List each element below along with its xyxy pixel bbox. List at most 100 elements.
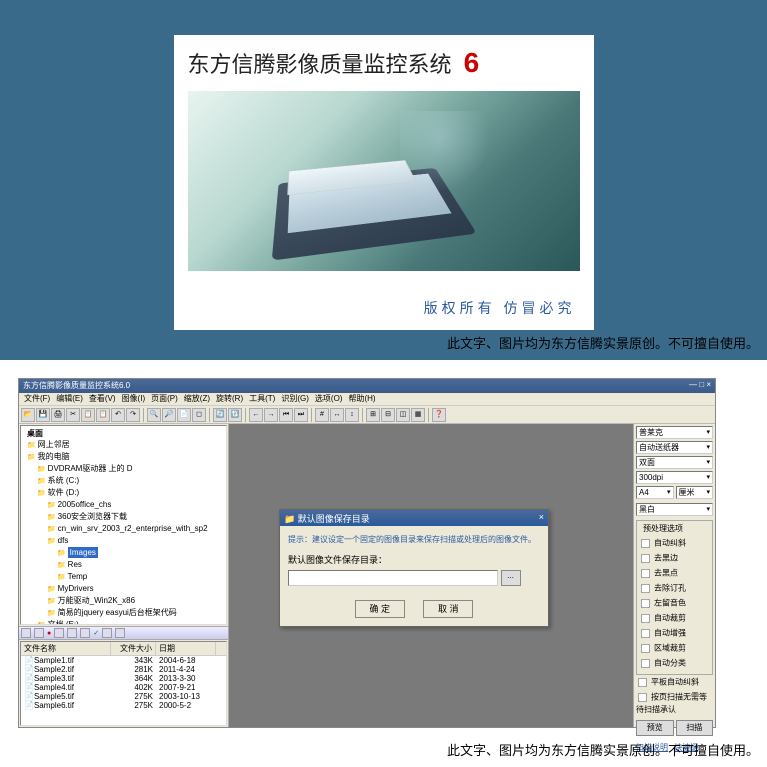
toolbar-icon[interactable]: ↷ (126, 408, 140, 422)
toolbar-icon[interactable]: ◻ (192, 408, 206, 422)
preprocess-check[interactable]: 去黑点 (639, 566, 710, 581)
del-icon[interactable] (102, 628, 112, 638)
file-row[interactable]: 📄Sample3.tif364K2013-3-30 (21, 674, 226, 683)
menu-item[interactable]: 旋转(R) (216, 394, 243, 403)
tree-node[interactable]: 简易的jquery easyui后台框架代码 (23, 607, 224, 619)
toolbar-icon[interactable]: ↕ (345, 408, 359, 422)
color-combo[interactable]: 黑白 (636, 503, 713, 516)
menubar[interactable]: 文件(F) 编辑(E) 查看(V) 图像(I) 页面(P) 缩放(Z) 旋转(R) 工具(T)… (19, 393, 715, 406)
tree-node[interactable]: Res (23, 559, 224, 571)
dialog-close[interactable]: × (539, 512, 544, 524)
file-row[interactable]: 📄Sample2.tif281K2011-4-24 (21, 665, 226, 674)
view2-icon[interactable] (67, 628, 77, 638)
toolbar-icon[interactable]: ⏮ (279, 408, 293, 422)
view-icon[interactable] (54, 628, 64, 638)
toolbar-icon[interactable]: ❓ (432, 408, 446, 422)
menu-item[interactable]: 页面(P) (151, 394, 178, 403)
ok-button[interactable]: 确 定 (355, 600, 405, 618)
feeder-combo[interactable]: 自动送纸器 (636, 441, 713, 454)
toolbar-icon[interactable]: 📋 (81, 408, 95, 422)
hand-graphic (400, 111, 500, 201)
tree-node[interactable]: Temp (23, 571, 224, 583)
toolbar-icon[interactable]: 📋 (96, 408, 110, 422)
toolbar[interactable]: 📂💾🖨✂📋📋↶↷🔍🔎📄◻🔄🔃←→⏮⏭#↔↕⊞⊟◫▦❓ (19, 406, 715, 424)
menu-item[interactable]: 图像(I) (122, 394, 146, 403)
toolbar-icon[interactable]: ▦ (411, 408, 425, 422)
toolbar-icon[interactable]: 📄 (177, 408, 191, 422)
tree-node[interactable]: 360安全浏览器下载 (23, 511, 224, 523)
titlebar: 东方信腾影像质量监控系统6.0 — □ × (19, 379, 715, 393)
toolbar-icon[interactable]: ⊞ (366, 408, 380, 422)
menu-item[interactable]: 文件(F) (24, 394, 50, 403)
menu-item[interactable]: 缩放(Z) (184, 394, 210, 403)
menu-item[interactable]: 选项(O) (315, 394, 343, 403)
tree-node[interactable]: MyDrivers (23, 583, 224, 595)
unit-combo[interactable]: 厘米 (676, 486, 714, 499)
tree-node[interactable]: 万能驱动_Win2K_x86 (23, 595, 224, 607)
duplex-combo[interactable]: 双面 (636, 456, 713, 469)
dir-input[interactable] (288, 570, 498, 586)
browse-button[interactable]: ... (501, 570, 521, 586)
preprocess-check[interactable]: 自动纠斜 (639, 536, 710, 551)
menu-item[interactable]: 编辑(E) (56, 394, 83, 403)
toolbar-icon[interactable]: 🔎 (162, 408, 176, 422)
toolbar-icon[interactable]: ↔ (330, 408, 344, 422)
cancel-button[interactable]: 取 消 (423, 600, 473, 618)
copy-icon[interactable] (115, 628, 125, 638)
window-controls[interactable]: — □ × (689, 380, 711, 392)
toolbar-icon[interactable]: → (264, 408, 278, 422)
dialog-titlebar: 📁 默认图像保存目录 × (280, 510, 548, 526)
preprocess-check[interactable]: 左留音色 (639, 596, 710, 611)
sort-icon[interactable] (80, 628, 90, 638)
file-row[interactable]: 📄Sample4.tif402K2007-9-21 (21, 683, 226, 692)
toolbar-icon[interactable]: ⏭ (294, 408, 308, 422)
preprocess-check[interactable]: 自动增强 (639, 626, 710, 641)
preprocess-check[interactable]: 自动裁剪 (639, 611, 710, 626)
preview-button[interactable]: 预览 (636, 720, 674, 736)
toolbar-icon[interactable]: ◫ (396, 408, 410, 422)
refresh-icon[interactable] (21, 628, 31, 638)
toolbar-icon[interactable]: 🔍 (147, 408, 161, 422)
menu-item[interactable]: 查看(V) (89, 394, 116, 403)
preprocess-check[interactable]: 去黑边 (639, 551, 710, 566)
flatbed-deskew-check[interactable]: 平板自动纠斜 (636, 675, 713, 690)
toolbar-icon[interactable]: 🔄 (213, 408, 227, 422)
tree-toolbar[interactable]: ● ✓ (19, 626, 228, 640)
tree-node[interactable]: 我的电脑 (23, 451, 224, 463)
folder-tree[interactable]: 桌面网上邻居我的电脑DVDRAM驱动器 上的 D系统 (C:)软件 (D:)20… (20, 425, 227, 625)
up-icon[interactable] (34, 628, 44, 638)
dpi-combo[interactable]: 300dpi (636, 471, 713, 484)
menu-item[interactable]: 工具(T) (249, 394, 275, 403)
paper-combo[interactable]: A4 (636, 486, 674, 499)
preprocess-check[interactable]: 自动分类 (639, 656, 710, 671)
tree-node[interactable]: 文档 (E:) (23, 619, 224, 625)
tree-node[interactable]: 软件 (D:) (23, 487, 224, 499)
file-row[interactable]: 📄Sample1.tif343K2004-6-18 (21, 656, 226, 665)
noconfirm-check[interactable]: 按页扫描无需等待扫描承认 (636, 690, 713, 716)
scanner-combo[interactable]: 普莱克 (636, 426, 713, 439)
toolbar-icon[interactable]: ✂ (66, 408, 80, 422)
preprocess-check[interactable]: 去除订孔 (639, 581, 710, 596)
tree-node[interactable]: 2005office_chs (23, 499, 224, 511)
tree-node[interactable]: DVDRAM驱动器 上的 D (23, 463, 224, 475)
tree-node[interactable]: 网上邻居 (23, 439, 224, 451)
toolbar-icon[interactable]: ↶ (111, 408, 125, 422)
file-row[interactable]: 📄Sample6.tif275K2000-5-2 (21, 701, 226, 710)
scan-button[interactable]: 扫描 (676, 720, 714, 736)
menu-item[interactable]: 帮助(H) (348, 394, 375, 403)
preprocess-check[interactable]: 区域裁剪 (639, 641, 710, 656)
file-row[interactable]: 📄Sample5.tif275K2003-10-13 (21, 692, 226, 701)
file-list[interactable]: 文件名称文件大小日期 📄Sample1.tif343K2004-6-18📄Sam… (20, 641, 227, 726)
toolbar-icon[interactable]: ← (249, 408, 263, 422)
tree-node[interactable]: cn_win_srv_2003_r2_enterprise_with_sp2 (23, 523, 224, 535)
toolbar-icon[interactable]: 📂 (21, 408, 35, 422)
toolbar-icon[interactable]: # (315, 408, 329, 422)
toolbar-icon[interactable]: ⊟ (381, 408, 395, 422)
tree-node[interactable]: dfs (23, 535, 224, 547)
toolbar-icon[interactable]: 🔃 (228, 408, 242, 422)
menu-item[interactable]: 识别(G) (281, 394, 309, 403)
tree-node[interactable]: 系统 (C:) (23, 475, 224, 487)
toolbar-icon[interactable]: 💾 (36, 408, 50, 422)
toolbar-icon[interactable]: 🖨 (51, 408, 65, 422)
tree-node[interactable]: Images (23, 547, 224, 559)
